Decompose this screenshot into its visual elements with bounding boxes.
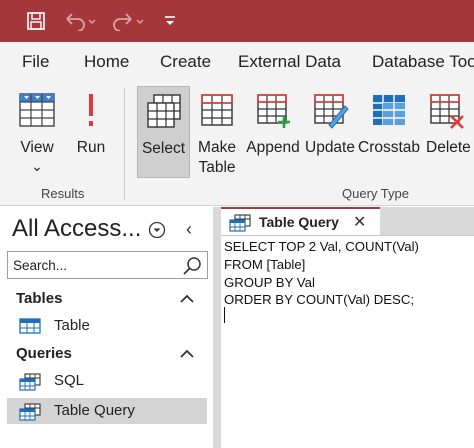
document-tab-strip: Table Query ✕ <box>221 207 474 235</box>
search-icon[interactable] <box>182 256 202 281</box>
nav-item-sql[interactable]: SQL <box>7 368 207 394</box>
nav-section-tables-label: Tables <box>16 290 63 307</box>
query-icon <box>19 373 41 396</box>
delete-query-icon <box>427 92 465 135</box>
nav-section-queries[interactable]: Queries <box>0 342 213 366</box>
make-table-icon <box>198 92 236 135</box>
query-type-group-label: Query Type <box>342 186 409 201</box>
select-label: Select <box>141 140 186 157</box>
append-label: Append <box>246 139 300 156</box>
document-tab-label: Table Query <box>259 214 339 230</box>
nav-item-label: Table <box>54 317 90 334</box>
sql-editor[interactable]: SELECT TOP 2 Val, COUNT(Val) FROM [Table… <box>221 235 474 448</box>
select-query-icon <box>145 93 183 136</box>
nav-menu-dropdown-icon[interactable] <box>148 221 166 244</box>
nav-section-tables[interactable]: Tables <box>0 287 213 311</box>
run-button[interactable]: Run <box>70 86 112 178</box>
make-table-label-line2: Table <box>198 159 236 176</box>
navigation-pane: All Access... ‹ Tables Table Queries SQL <box>0 207 213 448</box>
delete-label: Delete <box>426 139 471 156</box>
ribbon-tabs: File Home Create External Data Database … <box>0 42 474 80</box>
make-table-button[interactable]: Make Table <box>193 86 241 178</box>
query-icon <box>229 214 251 237</box>
nav-pane-title[interactable]: All Access... <box>12 215 141 243</box>
tab-database-tools[interactable]: Database Too <box>372 52 474 72</box>
redo-icon[interactable] <box>108 8 148 34</box>
ribbon: View ⌄ Run Results Select Make Table App… <box>0 80 474 206</box>
nav-item-label: SQL <box>54 372 85 389</box>
sql-line: SELECT TOP 2 Val, COUNT(Val) <box>224 239 419 254</box>
datasheet-view-icon <box>18 92 56 133</box>
ribbon-group-separator <box>124 88 125 200</box>
make-table-label-line1: Make <box>198 139 236 156</box>
update-button[interactable]: Update <box>303 86 357 178</box>
sql-line: GROUP BY Val <box>224 275 315 290</box>
nav-collapse-icon[interactable]: ‹ <box>186 219 192 240</box>
results-group-label: Results <box>41 186 85 201</box>
delete-button[interactable]: Delete <box>422 86 474 178</box>
sql-line: ORDER BY COUNT(Val) DESC; <box>224 292 415 307</box>
nav-search-input[interactable] <box>13 255 178 275</box>
crosstab-label: Crosstab <box>358 139 421 156</box>
nav-item-label: Table Query <box>54 402 135 419</box>
undo-icon[interactable] <box>60 8 100 34</box>
run-label: Run <box>76 139 106 156</box>
title-bar <box>0 0 474 42</box>
crosstab-button[interactable]: Crosstab <box>358 86 420 178</box>
update-label: Update <box>305 139 355 156</box>
nav-section-queries-label: Queries <box>16 345 72 362</box>
tab-table-query[interactable]: Table Query ✕ <box>221 207 380 235</box>
tab-file[interactable]: File <box>22 52 49 72</box>
close-icon[interactable]: ✕ <box>353 212 366 232</box>
query-icon <box>19 403 41 426</box>
chevron-up-icon <box>180 346 194 364</box>
crosstab-icon <box>370 92 408 135</box>
save-icon[interactable] <box>22 8 50 34</box>
run-exclamation-icon <box>84 92 98 133</box>
view-button[interactable]: View ⌄ <box>8 86 66 178</box>
nav-item-table[interactable]: Table <box>7 313 207 339</box>
append-button[interactable]: Append <box>244 86 302 178</box>
text-cursor <box>224 307 225 323</box>
pane-splitter[interactable] <box>213 207 221 448</box>
tab-external-data[interactable]: External Data <box>238 52 341 72</box>
chevron-up-icon <box>180 291 194 309</box>
nav-item-table-query[interactable]: Table Query <box>7 398 207 424</box>
append-icon <box>254 92 292 135</box>
nav-search-box <box>7 251 208 279</box>
view-label: View <box>20 139 54 156</box>
sql-line: FROM [Table] <box>224 257 306 272</box>
view-dropdown-icon: ⌄ <box>31 158 43 174</box>
update-icon <box>311 92 349 135</box>
select-query-button[interactable]: Select <box>137 86 190 178</box>
table-icon <box>19 318 41 339</box>
customize-qat-icon[interactable] <box>160 8 180 34</box>
tab-home[interactable]: Home <box>84 52 129 72</box>
tab-create[interactable]: Create <box>160 52 211 72</box>
